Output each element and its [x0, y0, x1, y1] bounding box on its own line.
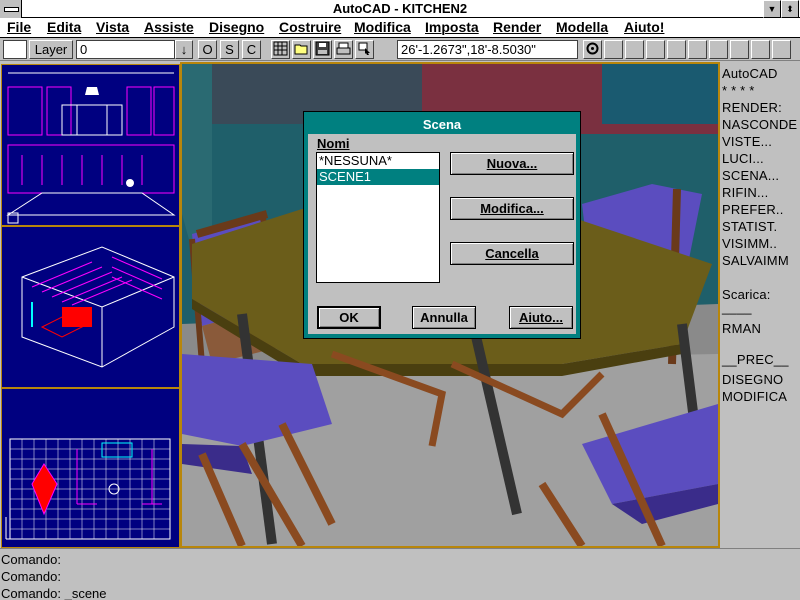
ok-button[interactable]: OK — [317, 306, 381, 329]
command-line-1: Comando: — [1, 552, 61, 567]
toolbar: Layer 0 ↓ O S C 26'-1.2673",18'-8.5030" — [0, 38, 800, 61]
delete-button[interactable]: Cancella — [450, 242, 574, 265]
toolbar-blank-button-6[interactable] — [709, 40, 728, 59]
grid-icon[interactable] — [271, 40, 290, 59]
layer-button[interactable]: Layer — [29, 40, 73, 59]
scene-dialog-title[interactable]: Scena — [308, 116, 576, 134]
cancel-button[interactable]: Annulla — [412, 306, 476, 329]
side-menu-render[interactable]: RENDER: — [722, 100, 782, 115]
list-item[interactable]: *NESSUNA* — [317, 153, 439, 169]
scene-dialog: Scena Nomi *NESSUNA* SCENE1 Nuova... Mod… — [303, 111, 581, 339]
scene-dialog-body: Scena Nomi *NESSUNA* SCENE1 Nuova... Mod… — [308, 116, 576, 334]
side-menu-separator[interactable]: * * * * — [722, 83, 754, 98]
pointer-icon[interactable] — [355, 40, 374, 59]
viewport-isometric[interactable] — [1, 226, 180, 388]
toolbar-blank-button-4[interactable] — [667, 40, 686, 59]
menu-bar: File Edita Vista Assiste Disegno Costrui… — [0, 18, 800, 38]
menu-imposta[interactable]: Imposta — [425, 19, 479, 35]
print-icon[interactable] — [334, 40, 353, 59]
toolbar-blank-button-5[interactable] — [688, 40, 707, 59]
side-menu-rifin[interactable]: RIFIN... — [722, 185, 768, 200]
screen-side-menu: AutoCAD * * * * RENDER: NASCONDE VISTE..… — [720, 62, 800, 548]
menu-modella[interactable]: Modella — [556, 19, 608, 35]
help-button[interactable]: Aiuto... — [509, 306, 573, 329]
toolbar-blank-button-7[interactable] — [730, 40, 749, 59]
ortho-button[interactable]: O — [198, 40, 217, 59]
coords-toggle-button[interactable]: C — [242, 40, 261, 59]
list-item-selected[interactable]: SCENE1 — [317, 169, 439, 185]
viewport-elevation[interactable] — [1, 64, 180, 226]
side-menu-statist[interactable]: STATIST. — [722, 219, 777, 234]
menu-costruire[interactable]: Costruire — [279, 19, 341, 35]
command-line-3[interactable]: Comando: _scene — [1, 586, 107, 600]
menu-assiste[interactable]: Assiste — [144, 19, 194, 35]
gear-icon[interactable] — [583, 40, 602, 59]
open-folder-icon[interactable] — [292, 40, 311, 59]
snap-button[interactable]: S — [220, 40, 239, 59]
layer-color-swatch[interactable] — [3, 40, 27, 59]
toolbar-blank-button-3[interactable] — [646, 40, 665, 59]
menu-modifica[interactable]: Modifica — [354, 19, 411, 35]
modify-button[interactable]: Modifica... — [450, 197, 574, 220]
menu-render[interactable]: Render — [493, 19, 541, 35]
menu-file[interactable]: File — [7, 19, 31, 35]
side-menu-scena[interactable]: SCENA... — [722, 168, 779, 183]
menu-aiuto[interactable]: Aiuto! — [624, 19, 664, 35]
new-button-label: Nuova... — [486, 156, 538, 171]
side-menu-salvaimm[interactable]: SALVAIMM — [722, 253, 789, 268]
command-line-2: Comando: — [1, 569, 61, 584]
toolbar-blank-button-9[interactable] — [772, 40, 791, 59]
side-menu-rman[interactable]: RMAN — [722, 321, 761, 336]
side-menu-title[interactable]: AutoCAD — [722, 66, 778, 81]
menu-disegno[interactable]: Disegno — [209, 19, 264, 35]
toolbar-blank-button-2[interactable] — [625, 40, 644, 59]
save-disk-icon[interactable] — [313, 40, 332, 59]
help-button-label: Aiuto... — [518, 310, 564, 325]
toolbar-blank-button-8[interactable] — [751, 40, 770, 59]
restore-button[interactable]: ⬍ — [781, 0, 799, 18]
title-bar: AutoCAD - KITCHEN2 ▼ ⬍ — [0, 0, 800, 18]
layer-select[interactable]: 0 — [76, 40, 175, 59]
delete-button-label: Cancella — [485, 246, 539, 261]
left-viewports — [0, 62, 180, 548]
cancel-button-label: Annulla — [420, 310, 468, 325]
new-button[interactable]: Nuova... — [450, 152, 574, 175]
toolbar-blank-button-1[interactable] — [604, 40, 623, 59]
side-menu-luci[interactable]: LUCI... — [722, 151, 764, 166]
side-menu-disegno[interactable]: DISEGNO — [722, 372, 783, 387]
coordinate-display: 26'-1.2673",18'-8.5030" — [397, 40, 578, 59]
side-menu-prefer[interactable]: PREFER.. — [722, 202, 784, 217]
command-area[interactable]: Comando: Comando: Comando: _scene — [0, 548, 800, 600]
window-title: AutoCAD - KITCHEN2 — [332, 1, 468, 16]
menu-edita[interactable]: Edita — [47, 19, 81, 35]
side-menu-modifica[interactable]: MODIFICA — [722, 389, 787, 404]
viewport-plan[interactable] — [1, 388, 180, 548]
side-menu-nasconde[interactable]: NASCONDE — [722, 117, 797, 132]
menu-vista[interactable]: Vista — [96, 19, 129, 35]
minimize-button[interactable]: ▼ — [763, 0, 781, 18]
ok-button-label: OK — [339, 310, 359, 325]
names-label: Nomi — [317, 136, 350, 151]
side-menu-viste[interactable]: VISTE... — [722, 134, 772, 149]
layer-dropdown-arrow-icon[interactable]: ↓ — [175, 40, 193, 59]
side-menu-visimm[interactable]: VISIMM.. — [722, 236, 777, 251]
modify-button-label: Modifica... — [480, 201, 544, 216]
side-menu-line: ____ — [722, 300, 752, 315]
side-menu-prec[interactable]: __PREC__ — [722, 352, 789, 367]
scene-names-list[interactable]: *NESSUNA* SCENE1 — [316, 152, 440, 283]
